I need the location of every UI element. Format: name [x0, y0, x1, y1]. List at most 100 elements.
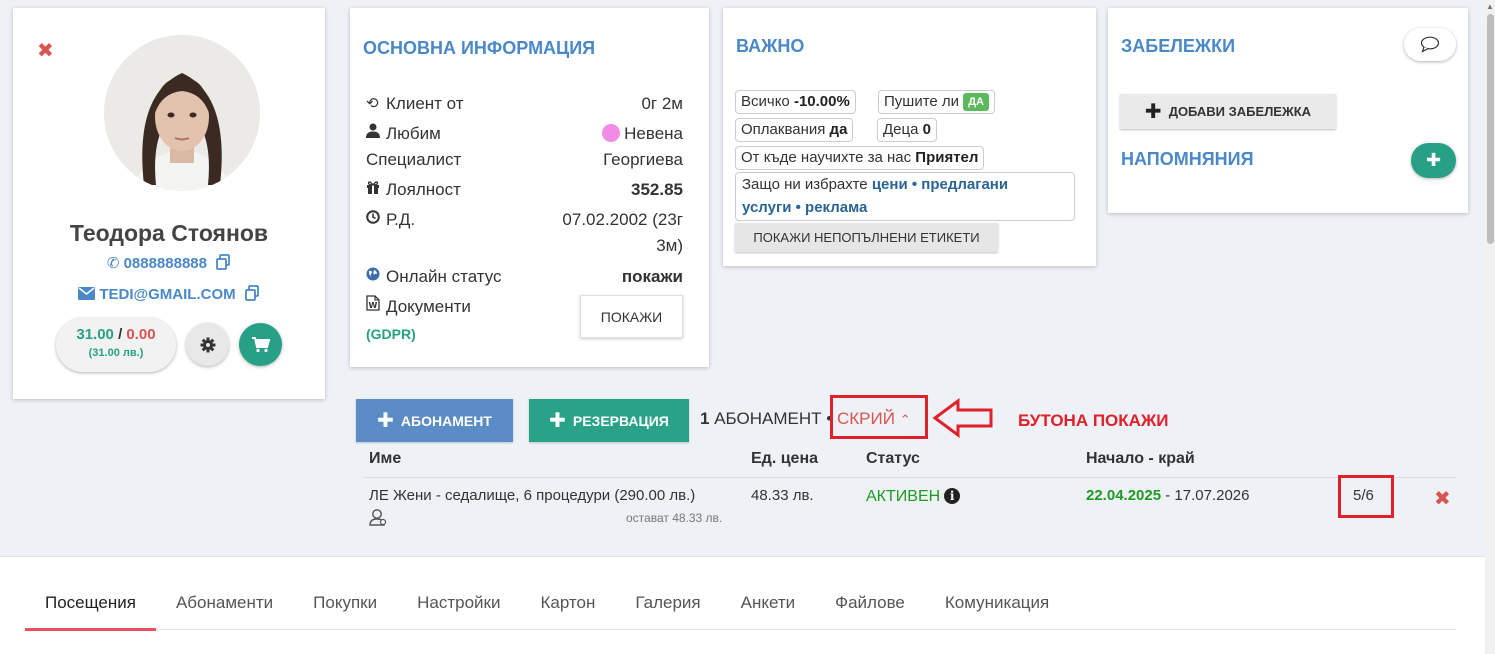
- documents-label: Документи: [386, 297, 471, 316]
- comment-button[interactable]: [1404, 28, 1456, 61]
- client-since-row: ⟲ Клиент от 0г 2м: [366, 91, 683, 117]
- annotation-arrow-icon: [932, 398, 993, 438]
- balance-main: 31.00 / 0.00: [56, 326, 176, 343]
- loyalty-row: Лоялност 352.85: [366, 177, 683, 203]
- add-note-label: ДОБАВИ ЗАБЕЛЕЖКА: [1168, 104, 1312, 119]
- cart-icon: [251, 336, 270, 352]
- client-name: Теодора Стоянов: [69, 220, 269, 246]
- table-header-unit-price: Ед. цена: [751, 450, 819, 467]
- subscription-unit-price: 48.33 лв.: [751, 487, 814, 504]
- vertical-scrollbar[interactable]: ▲: [1485, 0, 1495, 654]
- table-header-period: Начало - край: [1086, 450, 1195, 467]
- annotation-highlight-box: [1338, 475, 1394, 518]
- email-link[interactable]: TEDI@GMAIL.COM: [99, 286, 235, 303]
- tab-visits[interactable]: Посещения: [25, 557, 156, 631]
- tag-total-discount: Всичко -10.00%: [735, 90, 856, 114]
- plus-icon: ✚: [1144, 101, 1162, 123]
- tag-children: Деца 0: [877, 118, 937, 142]
- subscription-period: 22.04.2025 - 17.07.2026: [1086, 487, 1250, 504]
- online-status-show-link[interactable]: покажи: [622, 264, 683, 290]
- tab-gallery[interactable]: Галерия: [615, 557, 720, 630]
- tab-communication[interactable]: Комуникация: [925, 557, 1069, 630]
- copy-icon[interactable]: [244, 285, 260, 301]
- period-end: 17.07.2026: [1174, 487, 1250, 504]
- online-status-row: Онлайн статус покажи: [366, 264, 683, 290]
- tag-label: Защо ни избрахте: [742, 176, 868, 193]
- birthday-value: 07.02.2002 (23г: [562, 210, 683, 229]
- reminders-title: НАПОМНЯНИЯ: [1121, 149, 1254, 169]
- subscription-name[interactable]: ЛЕ Жени - седалище, 6 процедури (290.00 …: [369, 487, 695, 504]
- table-header-name: Име: [369, 450, 402, 467]
- word-document-icon: W: [366, 294, 384, 320]
- loyalty-value: 352.85: [631, 180, 683, 199]
- tab-subscriptions[interactable]: Абонаменти: [156, 557, 293, 630]
- tag-reasons: Защо ни избрахте цени • предлагани услуги…: [735, 172, 1075, 221]
- gdpr-label: (GDPR): [366, 326, 416, 342]
- comment-icon: [1420, 36, 1440, 53]
- period-start: 22.04.2025: [1086, 487, 1162, 504]
- settings-button[interactable]: [186, 323, 229, 366]
- notes-card: ЗАБЕЛЕЖКИ ✚ ДОБАВИ ЗАБЕЛЕЖКА НАПОМНЯНИЯ ✚: [1108, 8, 1468, 213]
- add-reminder-button[interactable]: ✚: [1411, 143, 1456, 178]
- tag-label: Пушите ли: [884, 93, 960, 110]
- subscription-button-label: АБОНАМЕНТ: [400, 412, 492, 429]
- balance-sub: (31.00 лв.): [88, 347, 144, 359]
- email-line: TEDI@GMAIL.COM: [13, 285, 325, 303]
- add-note-button[interactable]: ✚ ДОБАВИ ЗАБЕЛЕЖКА: [1120, 94, 1336, 129]
- add-subscription-button[interactable]: ✚ АБОНАМЕНТ: [356, 399, 513, 442]
- important-title: ВАЖНО: [736, 36, 805, 56]
- favorite-value-2[interactable]: Георгиева: [603, 150, 683, 169]
- tab-purchases[interactable]: Покупки: [293, 557, 397, 630]
- basic-info-card: ОСНОВНА ИНФОРМАЦИЯ ⟲ Клиент от 0г 2м Люби…: [350, 8, 709, 367]
- show-unfilled-tags-button[interactable]: ПОКАЖИ НЕПОПЪЛНЕНИ ЕТИКЕТИ: [735, 223, 998, 252]
- table-header-status: Статус: [866, 450, 920, 467]
- scroll-up-arrow-icon[interactable]: ▲: [1486, 2, 1494, 11]
- birthday-label: Р.Д.: [386, 210, 416, 229]
- plus-icon: ✚: [377, 410, 394, 432]
- balance-separator: /: [113, 326, 127, 343]
- plus-icon: ✚: [1425, 150, 1442, 170]
- tab-files[interactable]: Файлове: [815, 557, 925, 630]
- client-since-label: Клиент от: [386, 94, 464, 113]
- close-icon[interactable]: ✖: [37, 38, 54, 63]
- tag-complaints: Оплаквания да: [735, 118, 854, 142]
- tag-source: От къде научихте за нас Приятел: [735, 146, 985, 170]
- tab-settings[interactable]: Настройки: [397, 557, 520, 630]
- online-status-label: Онлайн статус: [386, 267, 502, 286]
- tag-smoking: Пушите ли ДА: [878, 90, 995, 114]
- yes-badge: ДА: [963, 93, 989, 111]
- notes-title: ЗАБЕЛЕЖКИ: [1121, 36, 1236, 56]
- phone-link[interactable]: 0888888888: [124, 255, 207, 272]
- info-icon[interactable]: i: [944, 488, 961, 504]
- reservation-button-label: РЕЗЕРВАЦИЯ: [572, 412, 669, 429]
- favorite-value[interactable]: Невена: [624, 124, 683, 143]
- documents-show-button[interactable]: ПОКАЖИ: [580, 295, 683, 338]
- status-label: АКТИВЕН: [866, 488, 941, 505]
- tab-surveys[interactable]: Анкети: [721, 557, 816, 630]
- scrollbar-thumb[interactable]: [1487, 14, 1494, 244]
- phone-icon: ✆: [106, 255, 120, 272]
- delete-subscription-icon[interactable]: ✖: [1434, 486, 1451, 511]
- tag-value: Приятел: [915, 149, 979, 166]
- tag-value: 0: [922, 121, 931, 138]
- copy-icon[interactable]: [215, 254, 231, 270]
- basic-info-title: ОСНОВНА ИНФОРМАЦИЯ: [363, 38, 596, 58]
- tab-card[interactable]: Картон: [520, 557, 615, 630]
- svg-text:W: W: [369, 301, 378, 310]
- tag-label: Деца: [883, 121, 919, 138]
- table-divider: [363, 477, 1456, 478]
- subscription-count: 1 АБОНАМЕНТ •: [700, 409, 832, 429]
- subscription-status: АКТИВЕН i: [866, 488, 961, 506]
- history-icon: ⟲: [366, 95, 379, 112]
- client-since-value: 0г 2м: [641, 94, 683, 113]
- avatar: [104, 35, 260, 191]
- add-reservation-button[interactable]: ✚ РЕЗЕРВАЦИЯ: [529, 399, 689, 442]
- favorite-label-2: Специалист: [366, 150, 462, 169]
- cart-button[interactable]: [239, 323, 282, 366]
- balance-pill[interactable]: 31.00 / 0.00 (31.00 лв.): [56, 318, 176, 372]
- clock-icon: [366, 207, 384, 233]
- user-switch-icon[interactable]: [369, 508, 387, 526]
- subscription-count-label: АБОНАМЕНТ •: [709, 409, 833, 428]
- specialist-color-dot: [602, 124, 621, 142]
- tag-value: да: [829, 121, 848, 138]
